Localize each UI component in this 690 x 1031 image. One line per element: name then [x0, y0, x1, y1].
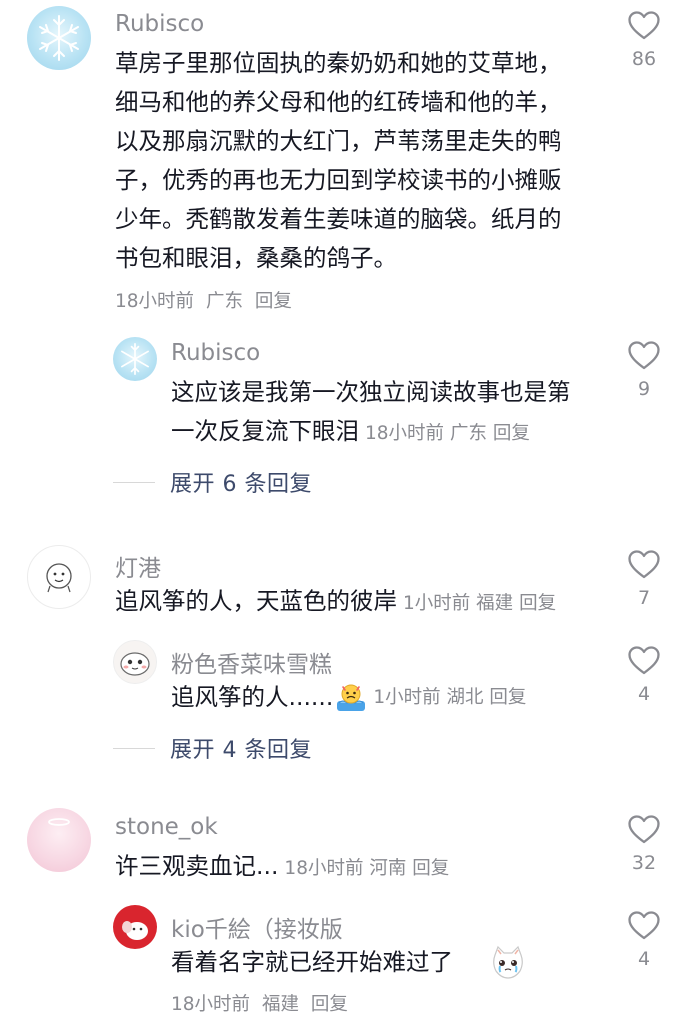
like-button[interactable]: 86 — [614, 10, 674, 70]
comment-username[interactable]: stone_ok — [115, 814, 218, 840]
comment-time: 1小时前 — [403, 593, 471, 614]
comment-meta: 1小时前 福建 回复 — [403, 593, 556, 614]
comment-text-content: 追风筝的人，天蓝色的彼岸 — [115, 587, 397, 615]
comment-location: 河南 — [369, 858, 407, 879]
avatar[interactable] — [27, 6, 91, 70]
reply-location: 福建 — [261, 994, 299, 1015]
cartoon-avatar-icon — [120, 652, 150, 676]
reply-text: 追风筝的人...... 1小时前 湖北 回复 — [171, 678, 526, 717]
reply-username[interactable]: kio千絵（接妆版 — [171, 910, 343, 944]
like-button[interactable]: 4 — [614, 645, 674, 705]
comment-text: 草房子里那位固执的秦奶奶和她的艾草地， 细马和他的养父母和他的红砖墙和他的羊， … — [115, 44, 615, 278]
snowflake-icon — [39, 15, 79, 61]
divider — [113, 481, 155, 483]
comment-meta: 18小时前 河南 回复 — [284, 858, 449, 879]
expand-replies-label[interactable]: 展开 4 条回复 — [170, 732, 312, 764]
reply-button[interactable]: 回复 — [412, 858, 449, 879]
like-button[interactable]: 7 — [614, 549, 674, 609]
comment-text: 许三观卖血记... 18小时前 河南 回复 — [115, 847, 449, 888]
crying-cat-emoji-icon — [489, 945, 527, 981]
reply-time: 1小时前 — [373, 687, 441, 708]
comment-text-line: 以及那扇沉默的大红门，芦苇荡里走失的鸭 — [115, 127, 562, 155]
avatar[interactable] — [113, 905, 157, 949]
like-button[interactable]: 9 — [614, 340, 674, 400]
like-button[interactable]: 32 — [614, 814, 674, 874]
comment-location: 福建 — [476, 593, 514, 614]
like-count: 7 — [637, 587, 651, 609]
reply-username[interactable]: 粉色香菜味雪糕 — [171, 645, 332, 679]
heart-icon[interactable] — [627, 340, 661, 370]
reply-text-line: 一次反复流下眼泪 — [171, 417, 359, 445]
like-button[interactable]: 4 — [614, 910, 674, 970]
reply-time: 18小时前 — [171, 994, 251, 1015]
sketch-avatar-icon — [46, 563, 72, 593]
avatar[interactable] — [27, 808, 91, 872]
reply-button[interactable]: 回复 — [489, 687, 526, 708]
expand-replies-label[interactable]: 展开 6 条回复 — [170, 466, 312, 498]
comment-text-line: 草房子里那位固执的秦奶奶和她的艾草地， — [115, 49, 562, 77]
like-count: 4 — [637, 683, 651, 705]
comment-time: 18小时前 — [284, 858, 364, 879]
comment-username[interactable]: 灯港 — [115, 549, 161, 583]
reply-meta: 18小时前 广东 回复 — [365, 423, 530, 444]
reply-button[interactable]: 回复 — [255, 291, 292, 312]
comment-text-line: 子，优秀的再也无力回到学校读书的小摊贩 — [115, 166, 562, 194]
crying-face-emoji-icon — [335, 683, 367, 713]
avatar[interactable] — [113, 337, 157, 381]
like-count: 4 — [637, 948, 651, 970]
reply-text-content: 追风筝的人...... — [171, 683, 334, 711]
divider — [113, 747, 155, 749]
avatar[interactable] — [113, 640, 157, 684]
avatar[interactable] — [27, 545, 91, 609]
reply-text-content: 看着名字就已经开始难过了 — [171, 948, 453, 976]
expand-replies-button[interactable]: 展开 4 条回复 — [113, 732, 312, 764]
reply-username[interactable]: Rubisco — [171, 340, 260, 366]
reply-meta: 18小时前 福建 回复 — [171, 990, 348, 1016]
comment-time: 18小时前 — [115, 291, 195, 312]
reply-text: 一次反复流下眼泪 18小时前 广东 回复 — [171, 412, 530, 453]
reply-meta: 1小时前 湖北 回复 — [373, 678, 526, 717]
comment-location: 广东 — [205, 291, 243, 312]
like-count: 32 — [631, 852, 657, 874]
expand-replies-button[interactable]: 展开 6 条回复 — [113, 466, 312, 498]
reply-button[interactable]: 回复 — [493, 423, 530, 444]
red-cartoon-avatar-icon — [122, 921, 148, 940]
heart-icon[interactable] — [627, 814, 661, 844]
heart-icon[interactable] — [627, 549, 661, 579]
comment-username[interactable]: Rubisco — [115, 11, 204, 37]
heart-icon[interactable] — [627, 10, 661, 40]
like-count: 9 — [637, 378, 651, 400]
like-count: 86 — [631, 48, 657, 70]
comment-text-line: 少年。秃鹤散发着生姜味道的脑袋。纸月的 — [115, 205, 562, 233]
reply-button[interactable]: 回复 — [519, 593, 556, 614]
reply-text: 看着名字就已经开始难过了 — [171, 943, 527, 982]
snowflake-icon — [121, 343, 149, 375]
reply-location: 广东 — [449, 423, 487, 444]
comment-text-line: 书包和眼泪，桑桑的鸽子。 — [115, 244, 397, 272]
comment-text: 追风筝的人，天蓝色的彼岸 1小时前 福建 回复 — [115, 582, 556, 623]
heart-icon[interactable] — [627, 645, 661, 675]
comment-meta: 18小时前 广东 回复 — [115, 287, 292, 313]
comment-text-content: 许三观卖血记... — [115, 852, 279, 880]
reply-button[interactable]: 回复 — [311, 994, 348, 1015]
reply-text-line: 这应该是我第一次独立阅读故事也是第 — [171, 378, 571, 406]
heart-icon[interactable] — [627, 910, 661, 940]
reply-time: 18小时前 — [365, 423, 445, 444]
reply-location: 湖北 — [446, 687, 484, 708]
pink-avatar-icon — [48, 818, 70, 826]
comment-text-line: 细马和他的养父母和他的红砖墙和他的羊， — [115, 88, 562, 116]
